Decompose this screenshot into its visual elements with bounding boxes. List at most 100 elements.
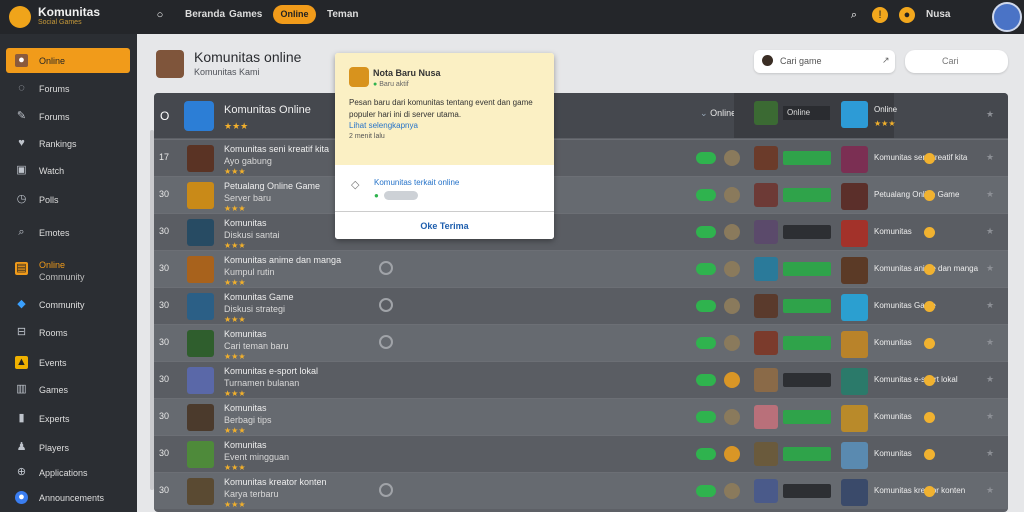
row-title: Komunitas e-sport lokal	[224, 366, 319, 376]
row-title: Komunitas anime dan manga	[224, 255, 342, 265]
table-row[interactable]: 30 Komunitas Event mingguan ★★★ Komunita…	[154, 435, 1008, 472]
avatar[interactable]	[992, 2, 1022, 32]
sidebar-item-rankings[interactable]: ♥ Rankings	[6, 131, 130, 156]
favorite-icon[interactable]: ★	[986, 337, 994, 348]
search-placeholder: Cari game	[780, 56, 822, 66]
sidebar-item-label: Experts	[39, 414, 70, 424]
row-number: 30	[159, 189, 170, 199]
player-icon: ♟	[16, 441, 27, 453]
table-row[interactable]: 30 Komunitas anime dan manga Kumpul ruti…	[154, 250, 1008, 287]
row-subtitle: Karya terbaru	[224, 489, 279, 499]
table-row[interactable]: 30 Komunitas Diskusi santai ★★★ Komunita…	[154, 213, 1008, 250]
sidebar-item-label: Forums	[39, 84, 70, 94]
favorite-icon[interactable]: ★	[986, 189, 994, 200]
row-subtitle: Cari teman baru	[224, 341, 289, 351]
popup-time: 2 menit lalu	[349, 133, 385, 140]
sidebar-item-online-2[interactable]: ▤ Online Community	[6, 256, 130, 288]
rating-stars: ★★★	[224, 426, 246, 435]
sidebar-item-announcements[interactable]: ● Announcements	[6, 485, 130, 510]
table-row[interactable]: 30 Komunitas Berbagi tips ★★★ Komunitas …	[154, 398, 1008, 435]
favorite-icon[interactable]: ★	[986, 485, 994, 496]
sidebar-item-emotes[interactable]: ⌕ Emotes	[6, 220, 130, 245]
sidebar-item-label: Rooms	[39, 328, 68, 338]
favorite-icon[interactable]: ★	[986, 263, 994, 274]
online-badge	[696, 448, 716, 460]
table-row[interactable]: 30 Petualang Online Game Server baru ★★★…	[154, 176, 1008, 213]
table-row[interactable]: 30 Komunitas e-sport lokal Turnamen bula…	[154, 361, 1008, 398]
status-badge	[783, 336, 831, 350]
table-row[interactable]: 30 Komunitas Game Diskusi strategi ★★★ K…	[154, 287, 1008, 324]
favorite-icon[interactable]: ★	[986, 109, 994, 120]
status-badge	[783, 373, 831, 387]
sidebar-item-community[interactable]: ◆ Community	[6, 292, 130, 317]
coin-icon	[924, 375, 935, 386]
top-nav-item[interactable]: Teman	[327, 9, 359, 20]
sidebar-item-label: Events	[39, 358, 67, 368]
top-nav-item[interactable]: Beranda	[185, 9, 225, 20]
sidebar-item-label: Watch	[39, 166, 65, 176]
username[interactable]: Nusa	[926, 9, 950, 20]
top-nav-item[interactable]: Games	[229, 9, 262, 20]
sidebar-item-forums-2[interactable]: ✎ Forums	[6, 104, 130, 129]
rating-stars: ★★★	[224, 389, 246, 398]
notification-icon[interactable]: !	[872, 7, 888, 23]
online-badge	[696, 300, 716, 312]
row-number: 30	[159, 448, 170, 458]
coin-icon	[924, 190, 935, 201]
sidebar-item-rooms[interactable]: ⊟ Rooms	[6, 320, 130, 345]
favorite-icon[interactable]: ★	[986, 448, 994, 459]
game-title: Komunitas	[874, 449, 912, 458]
table-row[interactable]: 30 Komunitas Cari teman baru ★★★ Komunit…	[154, 324, 1008, 361]
sidebar-item-games[interactable]: ▥ Games	[6, 377, 130, 402]
status-dot	[724, 409, 740, 425]
search-input[interactable]: Cari game ↗	[754, 50, 895, 73]
popup-related-link[interactable]: Komunitas terkait online	[374, 178, 459, 187]
sidebar-item-players[interactable]: ♟ Players	[6, 435, 130, 460]
circle-icon: O	[160, 109, 170, 123]
favorite-icon[interactable]: ★	[986, 411, 994, 422]
favorite-icon[interactable]: ★	[986, 226, 994, 237]
rating-stars: ★★★	[224, 167, 246, 176]
table-row[interactable]: 30 Komunitas kreator konten Karya terbar…	[154, 472, 1008, 509]
sidebar-item-forums[interactable]: ◌ Forums	[6, 76, 130, 101]
table-header-dark-panel: Online	[734, 93, 894, 138]
favorite-icon[interactable]: ★	[986, 374, 994, 385]
sidebar-item-polls[interactable]: ◷ Polls	[6, 187, 130, 212]
table-row[interactable]: 17 Komunitas seni kreatif kita Ayo gabun…	[154, 139, 1008, 176]
coin-icon	[924, 412, 935, 423]
online-count-label: Online	[783, 106, 830, 120]
popup-confirm-button[interactable]: Oke Terima	[335, 211, 554, 239]
game-title: Komunitas	[874, 338, 912, 347]
sidebar-item-experts[interactable]: ▮ Experts	[6, 406, 130, 431]
online-badge	[696, 189, 716, 201]
sidebar-item-watch[interactable]: ▣ Watch	[6, 158, 130, 183]
coin-icon	[924, 338, 935, 349]
game-thumb	[841, 183, 868, 210]
top-nav-item-active[interactable]: Online	[273, 5, 316, 24]
popup-link[interactable]: Lihat selengkapnya	[349, 121, 418, 130]
sidebar-item-events[interactable]: ▲ Events	[6, 350, 130, 375]
popup-related[interactable]: ◇ Komunitas terkait online ●	[335, 166, 554, 211]
online-badge	[696, 226, 716, 238]
game-thumb	[841, 331, 868, 358]
group-icon: ◆	[17, 298, 26, 310]
favorite-icon[interactable]: ★	[986, 300, 994, 311]
coin-icon	[924, 153, 935, 164]
sidebar-item-label: Games	[39, 385, 69, 395]
search-icon[interactable]: ⌕	[846, 7, 862, 23]
search-button[interactable]: Cari	[905, 50, 1008, 73]
favorite-icon[interactable]: ★	[986, 152, 994, 163]
status-badge	[783, 447, 831, 461]
coin-icon[interactable]: ●	[899, 7, 915, 23]
game-thumb	[754, 101, 778, 125]
row-title: Komunitas	[224, 403, 267, 413]
sidebar-item-applications[interactable]: ⊕ Applications	[6, 460, 130, 485]
room-icon: ⊟	[16, 326, 27, 338]
status-badge	[783, 484, 831, 498]
chat-icon: ◌	[18, 82, 25, 94]
home-icon[interactable]: ○	[152, 7, 168, 23]
status-badge	[783, 188, 831, 202]
game-thumb	[754, 257, 778, 281]
game-thumb	[754, 405, 778, 429]
sidebar-item-online[interactable]: ● Online	[6, 48, 130, 73]
